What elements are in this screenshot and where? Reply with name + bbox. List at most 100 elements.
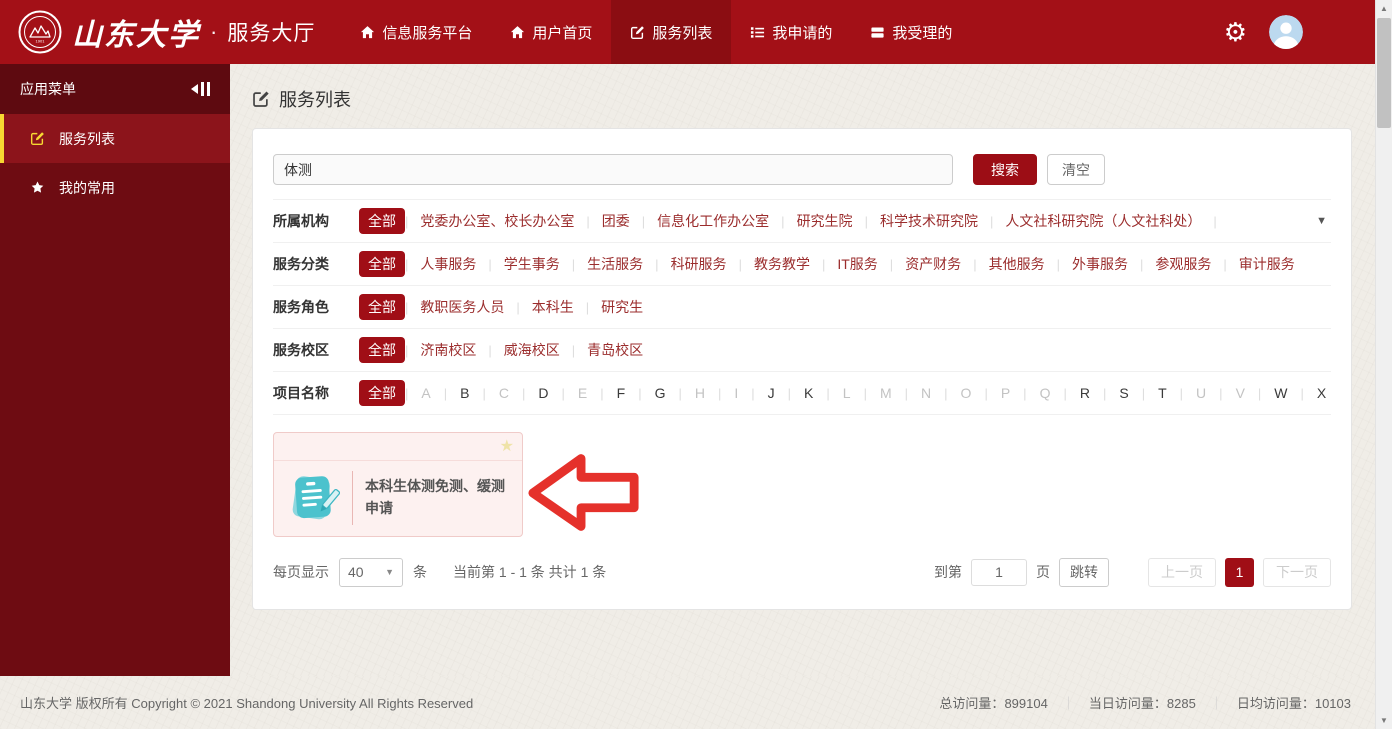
- filter-option[interactable]: 研究生: [589, 297, 655, 317]
- caret-down-icon: ▼: [385, 567, 394, 577]
- filter-option[interactable]: 教职医务人员: [408, 297, 516, 317]
- scroll-down-icon[interactable]: ▼: [1376, 712, 1392, 729]
- filter-option: L: [830, 385, 864, 401]
- jump-button[interactable]: 跳转: [1059, 558, 1109, 587]
- filter-option[interactable]: 教务教学: [742, 254, 822, 274]
- stat-label: 总访问量: [939, 696, 991, 711]
- filter-option[interactable]: W: [1261, 385, 1300, 401]
- filter-option[interactable]: 党委办公室、校长办公室: [408, 211, 586, 231]
- filter-option[interactable]: J: [755, 385, 788, 401]
- per-page-select[interactable]: 40 ▼: [339, 558, 403, 587]
- scrollbar-thumb[interactable]: [1377, 18, 1391, 128]
- per-page-value: 40: [348, 564, 364, 580]
- filter-option[interactable]: IT服务: [825, 254, 889, 274]
- scroll-up-icon[interactable]: ▲: [1376, 0, 1392, 17]
- filter-option[interactable]: 外事服务: [1060, 254, 1140, 274]
- nav-item[interactable]: 服务列表: [611, 0, 731, 64]
- sidebar-header: 应用菜单: [0, 64, 230, 114]
- sidebar-items: 服务列表我的常用: [0, 114, 230, 212]
- filter-all-badge[interactable]: 全部: [359, 208, 405, 234]
- filter-all-badge[interactable]: 全部: [359, 294, 405, 320]
- stat-value: 10103: [1315, 696, 1351, 711]
- brand-university: 山东大学: [72, 10, 200, 54]
- filter-option[interactable]: 科研服务: [659, 254, 739, 274]
- collapse-sidebar-icon[interactable]: [191, 82, 210, 96]
- filter-option[interactable]: 青岛校区: [575, 340, 655, 360]
- service-list-card: 搜索 清空 所属机构全部|党委办公室、校长办公室|团委|信息化工作办公室|研究生…: [252, 128, 1352, 610]
- filter-option[interactable]: 参观服务: [1143, 254, 1223, 274]
- edit-icon: [630, 25, 645, 40]
- nav-item[interactable]: 信息服务平台: [341, 0, 491, 64]
- filter-option[interactable]: B: [447, 385, 482, 401]
- sidebar-item[interactable]: 服务列表: [0, 114, 230, 163]
- filter-option: H: [682, 385, 718, 401]
- filter-label: 项目名称: [273, 383, 343, 403]
- clipboard-pencil-icon: [286, 471, 340, 525]
- clear-button[interactable]: 清空: [1047, 154, 1105, 185]
- filter-option[interactable]: 信息化工作办公室: [645, 211, 781, 231]
- filter-all-badge[interactable]: 全部: [359, 337, 405, 363]
- filter-option[interactable]: 人文社科研究院（人文社科处）: [993, 211, 1213, 231]
- nav-item[interactable]: 用户首页: [491, 0, 611, 64]
- list-icon: [750, 25, 765, 40]
- user-avatar[interactable]: [1269, 15, 1303, 49]
- filter-option[interactable]: X: [1304, 385, 1331, 401]
- current-page-button[interactable]: 1: [1225, 558, 1254, 587]
- filter-option[interactable]: T: [1145, 385, 1180, 401]
- service-hall-page: 1901 山东大学 · 服务大厅 信息服务平台用户首页服务列表我申请的我受理的 …: [0, 0, 1392, 729]
- filter-row: 服务分类全部|人事服务|学生事务|生活服务|科研服务|教务教学|IT服务|资产财…: [273, 243, 1331, 286]
- filter-option[interactable]: S: [1106, 385, 1141, 401]
- filter-option: P: [988, 385, 1023, 401]
- nav-item-label: 用户首页: [532, 22, 592, 43]
- nav-item[interactable]: 我申请的: [731, 0, 851, 64]
- search-row: 搜索 清空: [273, 154, 1105, 185]
- filter-option[interactable]: F: [604, 385, 639, 401]
- sidebar-item-label: 我的常用: [59, 178, 115, 198]
- filter-option: M: [867, 385, 905, 401]
- search-input[interactable]: [273, 154, 953, 185]
- filter-option[interactable]: 生活服务: [575, 254, 655, 274]
- filter-all-badge[interactable]: 全部: [359, 380, 405, 406]
- filter-option[interactable]: K: [791, 385, 826, 401]
- nav-item[interactable]: 我受理的: [851, 0, 971, 64]
- filter-option[interactable]: G: [642, 385, 679, 401]
- brand[interactable]: 1901 山东大学 · 服务大厅: [18, 10, 315, 54]
- filter-all-badge[interactable]: 全部: [359, 251, 405, 277]
- filter-option[interactable]: 济南校区: [408, 340, 488, 360]
- gear-icon[interactable]: ⚙: [1224, 19, 1247, 45]
- nav-item-label: 信息服务平台: [382, 22, 472, 43]
- filter-options: |人事服务|学生事务|生活服务|科研服务|教务教学|IT服务|资产财务|其他服务…: [405, 254, 1307, 274]
- filter-option[interactable]: 本科生: [520, 297, 586, 317]
- divider: [352, 471, 353, 525]
- filter-options: |党委办公室、校长办公室|团委|信息化工作办公室|研究生院|科学技术研究院|人文…: [405, 211, 1217, 231]
- nav-item-label: 我受理的: [892, 22, 952, 43]
- per-page-unit: 条: [413, 562, 427, 582]
- nav-item-label: 服务列表: [652, 22, 712, 43]
- filter-label: 服务角色: [273, 297, 343, 317]
- filter-option[interactable]: 其他服务: [977, 254, 1057, 274]
- filter-option[interactable]: 学生事务: [492, 254, 572, 274]
- star-favorite-icon[interactable]: ★: [500, 436, 514, 456]
- filter-option[interactable]: 审计服务: [1227, 254, 1307, 274]
- stat-value: 899104: [1004, 696, 1047, 711]
- service-card[interactable]: ★本科生体测免测、缓测申请: [273, 432, 523, 537]
- goto-label: 到第: [934, 562, 962, 582]
- filter-option[interactable]: D: [525, 385, 561, 401]
- filter-row: 项目名称全部|A|B|C|D|E|F|G|H|I|J|K|L|M|N|O|P|Q…: [273, 372, 1331, 415]
- filter-option[interactable]: 威海校区: [492, 340, 572, 360]
- filter-option[interactable]: 研究生院: [785, 211, 865, 231]
- filter-option[interactable]: R: [1067, 385, 1103, 401]
- filter-option[interactable]: 人事服务: [408, 254, 488, 274]
- filter-option: O: [948, 385, 985, 401]
- filter-row: 所属机构全部|党委办公室、校长办公室|团委|信息化工作办公室|研究生院|科学技术…: [273, 200, 1331, 243]
- search-button[interactable]: 搜索: [973, 154, 1037, 185]
- sidebar-item[interactable]: 我的常用: [0, 163, 230, 212]
- filter-option[interactable]: 团委: [590, 211, 642, 231]
- nav-item-label: 我申请的: [772, 22, 832, 43]
- filter-option[interactable]: 资产财务: [893, 254, 973, 274]
- copyright-text: 山东大学 版权所有 Copyright © 2021 Shandong Univ…: [20, 693, 473, 712]
- goto-page-input[interactable]: [971, 559, 1027, 586]
- stat-label: 日均访问量: [1237, 696, 1302, 711]
- expander-arrow-icon[interactable]: ▼: [1316, 215, 1327, 227]
- filter-option[interactable]: 科学技术研究院: [868, 211, 990, 231]
